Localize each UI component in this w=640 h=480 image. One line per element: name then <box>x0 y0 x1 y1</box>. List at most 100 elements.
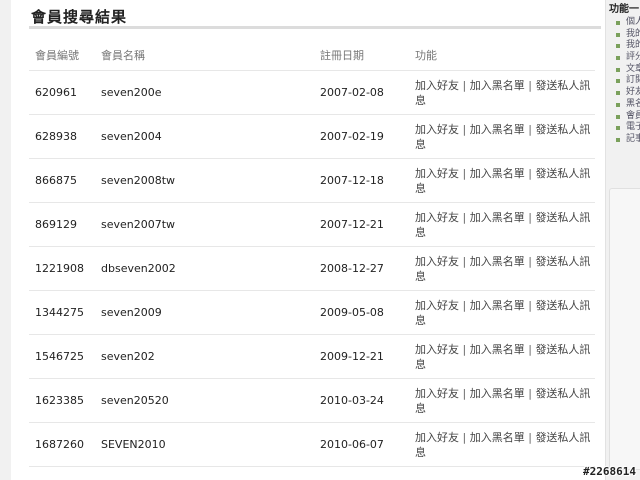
header-member-id: 會員編號 <box>29 40 95 71</box>
bullet-icon <box>616 102 620 107</box>
member-id: 620961 <box>29 70 95 115</box>
bullet-icon <box>616 126 620 131</box>
sidebar-item[interactable]: 會員 <box>616 111 640 123</box>
sidebar: 功能一 個人 我的 我的 評分 文章 訂閱 好友 黑名 會員 電子 記事 <box>606 0 640 480</box>
member-name: seven2008tw <box>95 158 314 203</box>
separator: | <box>528 386 532 400</box>
member-id: 866875 <box>29 158 95 203</box>
sidebar-item-label: 評分 <box>626 52 640 63</box>
register-date: 2007-12-21 <box>314 202 409 247</box>
member-id: 1687260 <box>29 422 95 467</box>
add-blacklist-link[interactable]: 加入黑名單 <box>470 343 525 356</box>
title-divider <box>29 26 601 29</box>
table-row: 1546725 seven202 2009-12-21 加入好友 | 加入黑名單 | … <box>29 334 595 379</box>
bullet-icon <box>616 114 620 119</box>
sidebar-title: 功能一 <box>609 4 639 15</box>
sidebar-item[interactable]: 評分 <box>616 52 640 64</box>
register-date: 2007-02-08 <box>314 70 409 115</box>
separator: | <box>462 254 467 268</box>
add-blacklist-link[interactable]: 加入黑名單 <box>470 211 525 224</box>
sidebar-item-label: 會員 <box>626 110 640 121</box>
separator: | <box>528 166 532 180</box>
sidebar-item[interactable]: 個人 <box>616 17 640 29</box>
function-links: 加入好友 | 加入黑名單 | 發送私人訊息 <box>409 334 595 379</box>
register-date: 2008-12-27 <box>314 246 409 291</box>
add-friend-link[interactable]: 加入好友 <box>415 387 459 400</box>
sidebar-item[interactable]: 好友 <box>616 87 640 99</box>
add-friend-link[interactable]: 加入好友 <box>415 167 459 180</box>
table-row: 628938 seven2004 2007-02-19 加入好友 | 加入黑名單 | … <box>29 114 595 159</box>
function-links: 加入好友 | 加入黑名單 | 發送私人訊息 <box>409 202 595 247</box>
member-id: 1221908 <box>29 246 95 291</box>
separator: | <box>462 78 467 92</box>
sidebar-item-label: 黑名 <box>626 98 640 109</box>
add-friend-link[interactable]: 加入好友 <box>415 343 459 356</box>
sidebar-item[interactable]: 我的 <box>616 40 640 52</box>
sidebar-item-label: 訂閱 <box>626 75 640 86</box>
add-blacklist-link[interactable]: 加入黑名單 <box>470 167 525 180</box>
table-row: 1344275 seven2009 2009-05-08 加入好友 | 加入黑名單 |… <box>29 290 595 335</box>
function-links: 加入好友 | 加入黑名單 | 發送私人訊息 <box>409 158 595 203</box>
register-date: 2009-05-08 <box>314 290 409 335</box>
function-links: 加入好友 | 加入黑名單 | 發送私人訊息 <box>409 422 595 467</box>
member-id: 1344275 <box>29 290 95 335</box>
function-links: 加入好友 | 加入黑名單 | 發送私人訊息 <box>409 246 595 291</box>
bullet-icon <box>616 137 620 142</box>
register-date: 2010-06-07 <box>314 422 409 467</box>
register-date: 2010-03-24 <box>314 378 409 423</box>
sidebar-menu: 個人 我的 我的 評分 文章 訂閱 好友 黑名 會員 電子 記事 <box>616 17 640 146</box>
sidebar-item-label: 文章 <box>626 63 640 74</box>
sidebar-box <box>609 188 640 470</box>
sidebar-item-label: 好友 <box>626 87 640 98</box>
bullet-icon <box>616 91 620 96</box>
header-functions: 功能 <box>409 40 595 71</box>
member-id: 869129 <box>29 202 95 247</box>
member-name: SEVEN2010 <box>95 422 314 467</box>
separator: | <box>462 298 467 312</box>
sidebar-item[interactable]: 黑名 <box>616 99 640 111</box>
function-links: 加入好友 | 加入黑名單 | 發送私人訊息 <box>409 114 595 159</box>
sidebar-item[interactable]: 電子 <box>616 122 640 134</box>
add-blacklist-link[interactable]: 加入黑名單 <box>470 387 525 400</box>
add-blacklist-link[interactable]: 加入黑名單 <box>470 299 525 312</box>
sidebar-item-label: 個人 <box>626 17 640 27</box>
add-blacklist-link[interactable]: 加入黑名單 <box>470 255 525 268</box>
member-name: seven2009 <box>95 290 314 335</box>
sidebar-item[interactable]: 文章 <box>616 64 640 76</box>
separator: | <box>462 166 467 180</box>
bullet-icon <box>616 67 620 72</box>
separator: | <box>528 122 532 136</box>
add-blacklist-link[interactable]: 加入黑名單 <box>470 123 525 136</box>
table-row: 1623385 seven20520 2010-03-24 加入好友 | 加入黑名單 … <box>29 378 595 423</box>
sidebar-item-label: 我的 <box>626 28 640 39</box>
separator: | <box>462 210 467 224</box>
add-friend-link[interactable]: 加入好友 <box>415 255 459 268</box>
separator: | <box>528 298 532 312</box>
add-friend-link[interactable]: 加入好友 <box>415 79 459 92</box>
add-blacklist-link[interactable]: 加入黑名單 <box>470 431 525 444</box>
sidebar-item[interactable]: 訂閱 <box>616 75 640 87</box>
add-friend-link[interactable]: 加入好友 <box>415 211 459 224</box>
add-friend-link[interactable]: 加入好友 <box>415 299 459 312</box>
sidebar-item[interactable]: 記事 <box>616 134 640 146</box>
member-name: seven2007tw <box>95 202 314 247</box>
member-name: seven202 <box>95 334 314 379</box>
table-row: 620961 seven200e 2007-02-08 加入好友 | 加入黑名單 | … <box>29 70 595 115</box>
member-id: 628938 <box>29 114 95 159</box>
header-register-date: 註冊日期 <box>314 40 409 71</box>
function-links: 加入好友 | 加入黑名單 | 發送私人訊息 <box>409 70 595 115</box>
table-row: 869129 seven2007tw 2007-12-21 加入好友 | 加入黑名單 … <box>29 202 595 247</box>
member-name: dbseven2002 <box>95 246 314 291</box>
member-id: 1546725 <box>29 334 95 379</box>
separator: | <box>462 386 467 400</box>
separator: | <box>462 430 467 444</box>
add-friend-link[interactable]: 加入好友 <box>415 431 459 444</box>
add-friend-link[interactable]: 加入好友 <box>415 123 459 136</box>
member-name: seven20520 <box>95 378 314 423</box>
bullet-icon <box>616 32 620 37</box>
add-blacklist-link[interactable]: 加入黑名單 <box>470 79 525 92</box>
sidebar-item[interactable]: 我的 <box>616 29 640 41</box>
separator: | <box>528 210 532 224</box>
sidebar-item-label: 電子 <box>626 122 640 133</box>
register-date: 2009-12-21 <box>314 334 409 379</box>
